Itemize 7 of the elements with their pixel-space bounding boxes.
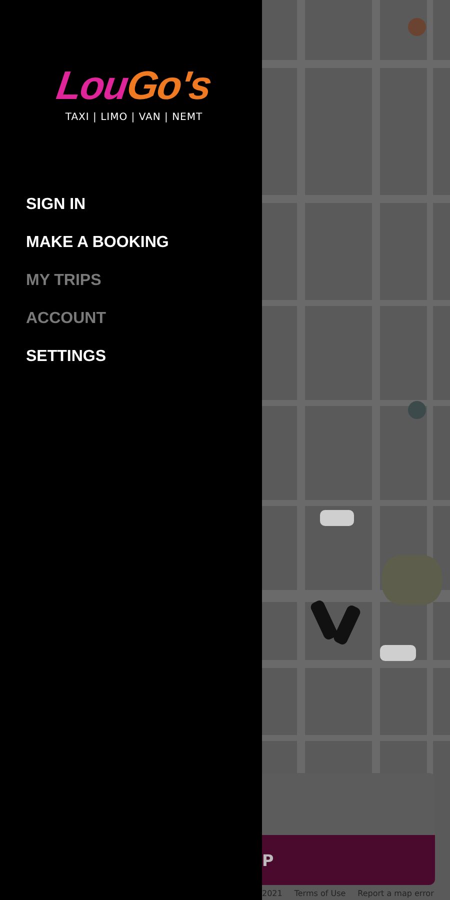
- tagline: TAXI | LIMO | VAN | NEMT: [65, 112, 203, 123]
- menu-item[interactable]: SIGN IN: [26, 193, 86, 216]
- copyright-text: 2021: [262, 888, 282, 898]
- menu-item[interactable]: SETTINGS: [26, 345, 106, 368]
- logo: LouGo's: [54, 63, 214, 110]
- menu-item[interactable]: MAKE A BOOKING: [26, 231, 169, 254]
- action-button[interactable]: P: [262, 835, 435, 885]
